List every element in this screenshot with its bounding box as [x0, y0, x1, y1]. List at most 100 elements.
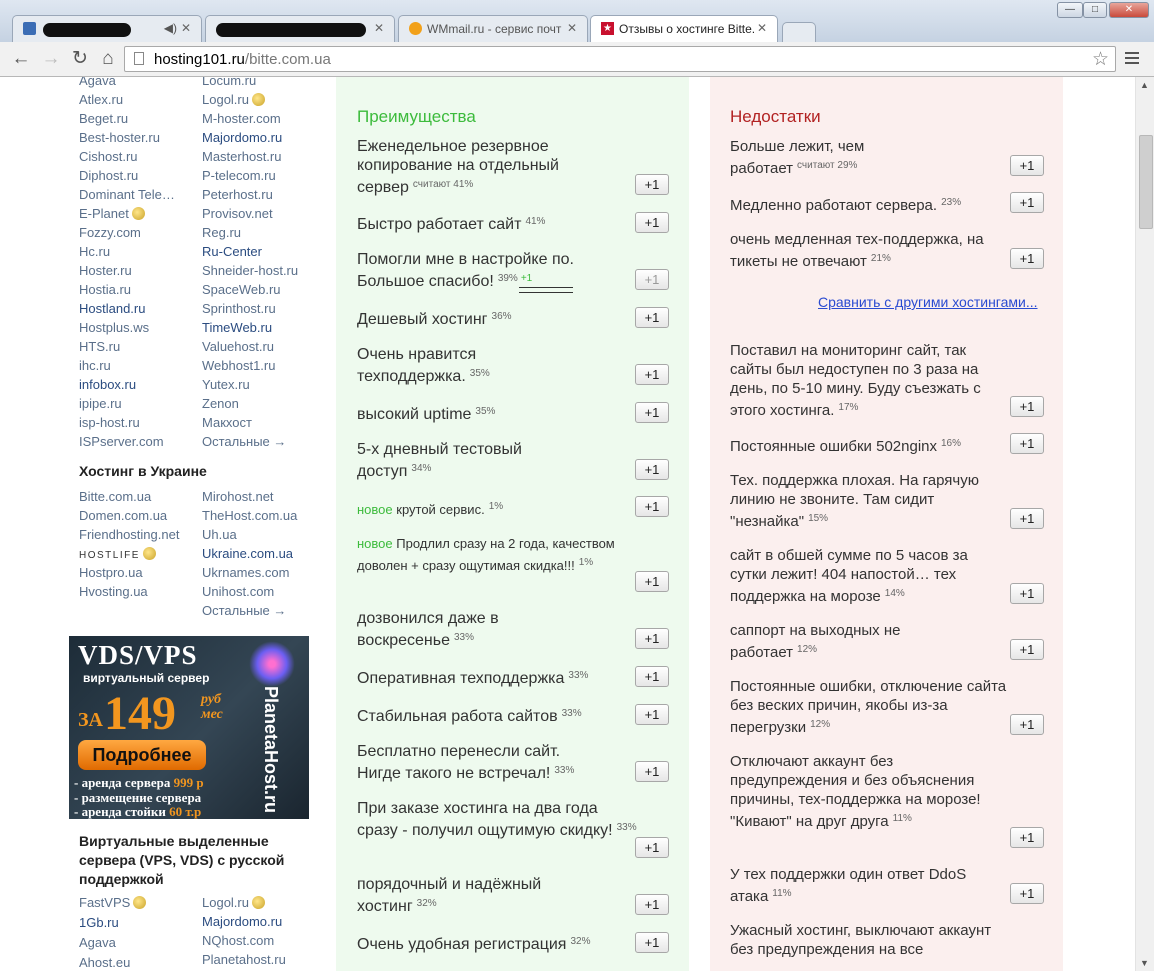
pros-vote-button[interactable]: +1 — [635, 894, 669, 915]
host-link-infobox-ru[interactable]: infobox.ru — [79, 377, 136, 392]
host-link-остальные[interactable]: Остальные → — [202, 603, 286, 618]
maximize-button[interactable]: □ — [1083, 2, 1107, 18]
host-link-p-telecom-ru[interactable]: P-telecom.ru — [202, 168, 276, 183]
host-link-reg-ru[interactable]: Reg.ru — [202, 225, 241, 240]
host-link-ukrnames-com[interactable]: Ukrnames.com — [202, 565, 289, 580]
pros-vote-button[interactable]: +1 — [635, 364, 669, 385]
cons-vote-button[interactable]: +1 — [1010, 508, 1044, 529]
host-link-valuehost-ru[interactable]: Valuehost.ru — [202, 339, 274, 354]
host-link-cishost-ru[interactable]: Cishost.ru — [79, 149, 138, 164]
tab-close-icon[interactable]: ✕ — [374, 21, 384, 35]
host-link-masterhost-ru[interactable]: Masterhost.ru — [202, 149, 281, 164]
host-link-fozzy-com[interactable]: Fozzy.com — [79, 225, 141, 240]
pros-vote-button[interactable]: +1 — [635, 174, 669, 195]
cons-vote-button[interactable]: +1 — [1010, 433, 1044, 454]
host-link-ipipe-ru[interactable]: ipipe.ru — [79, 396, 122, 411]
host-link-hts-ru[interactable]: HTS.ru — [79, 339, 120, 354]
host-link-agava[interactable]: Agava — [79, 935, 116, 950]
home-icon[interactable]: ⌂ — [98, 49, 118, 69]
pros-vote-button[interactable]: +1 — [635, 459, 669, 480]
tab-2[interactable]: ✕ — [205, 15, 395, 42]
host-link-locum-ru[interactable]: Locum.ru — [202, 77, 256, 88]
vertical-scrollbar[interactable]: ▲ ▼ — [1135, 77, 1154, 971]
host-link-thehost-com-ua[interactable]: TheHost.com.ua — [202, 508, 297, 523]
cons-vote-button[interactable]: +1 — [1010, 155, 1044, 176]
address-bar[interactable]: hosting101.ru/bitte.com.ua ☆ — [124, 46, 1116, 72]
host-link-peterhost-ru[interactable]: Peterhost.ru — [202, 187, 273, 202]
pros-vote-button[interactable]: +1 — [635, 628, 669, 649]
pros-vote-button[interactable]: +1 — [635, 761, 669, 782]
back-arrow-icon[interactable]: ← — [11, 49, 31, 69]
host-link-webhost1-ru[interactable]: Webhost1.ru — [202, 358, 275, 373]
host-link-hostland-ru[interactable]: Hostland.ru — [79, 301, 145, 316]
cons-vote-button[interactable]: +1 — [1010, 192, 1044, 213]
host-link-fastvps[interactable]: FastVPS — [79, 895, 147, 910]
host-link-ihc-ru[interactable]: ihc.ru — [79, 358, 111, 373]
menu-icon[interactable] — [1125, 52, 1139, 66]
host-link-majordomo-ru[interactable]: Majordomo.ru — [202, 130, 282, 145]
pros-vote-button[interactable]: +1 — [635, 307, 669, 328]
scroll-up-icon[interactable]: ▲ — [1140, 80, 1149, 90]
cons-vote-button[interactable]: +1 — [1010, 248, 1044, 269]
scroll-down-icon[interactable]: ▼ — [1140, 958, 1149, 968]
host-link-mirohost-net[interactable]: Mirohost.net — [202, 489, 274, 504]
ad-details-button[interactable]: Подробнее — [78, 740, 206, 770]
host-link-ru-center[interactable]: Ru-Center — [202, 244, 262, 259]
host-link-zenon[interactable]: Zenon — [202, 396, 239, 411]
new-tab-button[interactable] — [782, 22, 816, 42]
cons-vote-button[interactable]: +1 — [1010, 583, 1044, 604]
host-link-friendhosting-net[interactable]: Friendhosting.net — [79, 527, 179, 542]
host-link-shneider-host-ru[interactable]: Shneider-host.ru — [202, 263, 298, 278]
minimize-button[interactable]: — — [1057, 2, 1083, 18]
host-link-hostia-ru[interactable]: Hostia.ru — [79, 282, 131, 297]
pros-vote-button[interactable]: +1 — [635, 269, 669, 290]
host-link-ispserver-com[interactable]: ISPserver.com — [79, 434, 164, 449]
pros-vote-button[interactable]: +1 — [635, 932, 669, 953]
cons-vote-button[interactable]: +1 — [1010, 396, 1044, 417]
host-link-bitte-com-ua[interactable]: Bitte.com.ua — [79, 489, 151, 504]
pros-vote-button[interactable]: +1 — [635, 704, 669, 725]
host-link-yutex-ru[interactable]: Yutex.ru — [202, 377, 250, 392]
reload-icon[interactable]: ↻ — [70, 49, 90, 69]
cons-vote-button[interactable]: +1 — [1010, 827, 1044, 848]
tab-wmmail[interactable]: WMmail.ru - сервис почт ✕ — [398, 15, 588, 42]
pros-vote-button[interactable]: +1 — [635, 837, 669, 858]
host-link-hostlife[interactable]: HOSTLIFE — [79, 546, 156, 561]
host-link-остальные[interactable]: Остальные → — [202, 434, 286, 449]
host-link-logol-ru[interactable]: Logol.ru — [202, 895, 265, 910]
host-link-beget-ru[interactable]: Beget.ru — [79, 111, 128, 126]
host-link-hoster-ru[interactable]: Hoster.ru — [79, 263, 132, 278]
host-link-agava[interactable]: Agava — [79, 77, 116, 88]
compare-hostings-link[interactable]: Сравнить с другими хостингами... — [818, 294, 1038, 310]
host-link-hvosting-ua[interactable]: Hvosting.ua — [79, 584, 148, 599]
host-link-majordomo-ru[interactable]: Majordomo.ru — [202, 914, 282, 929]
host-link-provisov-net[interactable]: Provisov.net — [202, 206, 273, 221]
host-link-uh-ua[interactable]: Uh.ua — [202, 527, 237, 542]
host-link-nqhost-com[interactable]: NQhost.com — [202, 933, 274, 948]
host-link-planetahost-ru[interactable]: Planetahost.ru — [202, 952, 286, 967]
planetahost-ad-banner[interactable]: VDS/VPS виртуальный сервер ЗА 149 руб мес… — [69, 636, 309, 819]
forward-arrow-icon[interactable]: → — [41, 49, 61, 69]
cons-vote-button[interactable]: +1 — [1010, 639, 1044, 660]
url-text[interactable]: hosting101.ru/bitte.com.ua — [154, 51, 331, 68]
cons-vote-button[interactable]: +1 — [1010, 714, 1044, 735]
pros-vote-button[interactable]: +1 — [635, 212, 669, 233]
host-link-sprinthost-ru[interactable]: Sprinthost.ru — [202, 301, 276, 316]
bookmark-star-icon[interactable]: ☆ — [1092, 48, 1109, 71]
host-link-spaceweb-ru[interactable]: SpaceWeb.ru — [202, 282, 281, 297]
host-link-logol-ru[interactable]: Logol.ru — [202, 92, 265, 107]
host-link-atlex-ru[interactable]: Atlex.ru — [79, 92, 123, 107]
tab-bitte[interactable]: ★ Отзывы о хостинге Bitte.c ✕ — [590, 15, 778, 42]
tab-close-icon[interactable]: ✕ — [567, 21, 577, 35]
cons-vote-button[interactable]: +1 — [1010, 883, 1044, 904]
tab-close-icon[interactable]: ✕ — [757, 21, 767, 35]
host-link-ahost-eu[interactable]: Ahost.eu — [79, 955, 130, 970]
close-window-button[interactable]: ✕ — [1109, 2, 1149, 18]
host-link-diphost-ru[interactable]: Diphost.ru — [79, 168, 138, 183]
host-link-best-hoster-ru[interactable]: Best-hoster.ru — [79, 130, 160, 145]
host-link-ukraine-com-ua[interactable]: Ukraine.com.ua — [202, 546, 293, 561]
host-link-1gb-ru[interactable]: 1Gb.ru — [79, 915, 119, 930]
pros-vote-button[interactable]: +1 — [635, 666, 669, 687]
host-link-domen-com-ua[interactable]: Domen.com.ua — [79, 508, 167, 523]
host-link-hostpro-ua[interactable]: Hostpro.ua — [79, 565, 143, 580]
